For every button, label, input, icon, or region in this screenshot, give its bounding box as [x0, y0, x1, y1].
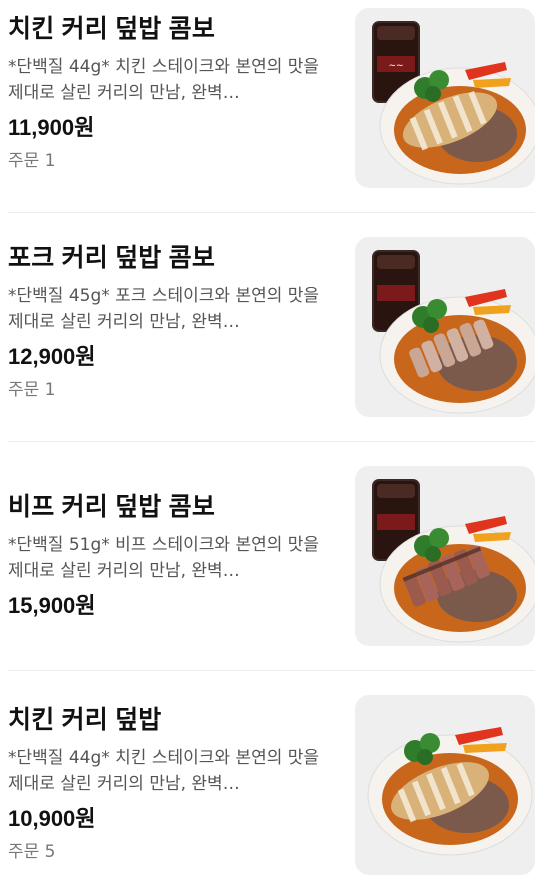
- menu-item-price: 10,900원: [8, 806, 96, 831]
- menu-item-info: 비프 커리 덮밥 콤보 *단백질 51g* 비프 스테이크와 본연의 맛을 제대…: [8, 492, 338, 628]
- menu-item-info: 치킨 커리 덮밥 콤보 *단백질 44g* 치킨 스테이크와 본연의 맛을 제대…: [8, 14, 338, 172]
- menu-item-order-count: 주문 5: [8, 842, 56, 862]
- dish-illustration: [372, 479, 535, 643]
- chicken-curry-rice-with-cola-image: ~~: [355, 8, 535, 188]
- divider: [8, 670, 535, 671]
- menu-item-order-count: 주문 1: [8, 151, 56, 171]
- menu-item-price: 12,900원: [8, 344, 96, 369]
- divider: [8, 441, 535, 442]
- menu-item-title: 치킨 커리 덮밥: [8, 706, 162, 734]
- pork-curry-rice-with-cola-image: [355, 237, 535, 417]
- menu-item-pork-curry-combo[interactable]: 포크 커리 덮밥 콤보 *단백질 45g* 포크 스테이크와 본연의 맛을 제대…: [8, 237, 535, 417]
- menu-item-info: 치킨 커리 덮밥 *단백질 44g* 치킨 스테이크와 본연의 맛을 제대로 살…: [8, 705, 338, 863]
- menu-item-title: 비프 커리 덮밥 콤보: [8, 493, 216, 521]
- menu-item-order-count: 주문 1: [8, 380, 56, 400]
- menu-item-description: *단백질 51g* 비프 스테이크와 본연의 맛을 제대로 살린 커리의 만남,…: [8, 535, 320, 581]
- menu-item-info: 포크 커리 덮밥 콤보 *단백질 45g* 포크 스테이크와 본연의 맛을 제대…: [8, 243, 338, 401]
- menu-item-price: 15,900원: [8, 593, 96, 618]
- menu-item-description: *단백질 45g* 포크 스테이크와 본연의 맛을 제대로 살린 커리의 만남,…: [8, 286, 320, 332]
- dish-illustration: [367, 727, 533, 856]
- dish-illustration: ~~: [372, 21, 535, 185]
- menu-item-price: 11,900원: [8, 115, 95, 140]
- menu-item-description: *단백질 44g* 치킨 스테이크와 본연의 맛을 제대로 살린 커리의 만남,…: [8, 748, 320, 794]
- menu-item-beef-curry-combo[interactable]: 비프 커리 덮밥 콤보 *단백질 51g* 비프 스테이크와 본연의 맛을 제대…: [8, 466, 535, 646]
- svg-text:~~: ~~: [388, 61, 403, 71]
- divider: [8, 212, 535, 213]
- menu-item-chicken-curry[interactable]: 치킨 커리 덮밥 *단백질 44g* 치킨 스테이크와 본연의 맛을 제대로 살…: [8, 695, 535, 875]
- beef-curry-rice-with-cola-image: [355, 466, 535, 646]
- menu-item-title: 치킨 커리 덮밥 콤보: [8, 15, 216, 43]
- dish-illustration: [372, 250, 535, 414]
- menu-item-description: *단백질 44g* 치킨 스테이크와 본연의 맛을 제대로 살린 커리의 만남,…: [8, 57, 320, 103]
- menu-list: 치킨 커리 덮밥 콤보 *단백질 44g* 치킨 스테이크와 본연의 맛을 제대…: [0, 0, 541, 880]
- chicken-curry-rice-image: [355, 695, 535, 875]
- menu-item-chicken-curry-combo[interactable]: 치킨 커리 덮밥 콤보 *단백질 44g* 치킨 스테이크와 본연의 맛을 제대…: [8, 8, 535, 188]
- menu-item-title: 포크 커리 덮밥 콤보: [8, 244, 216, 272]
